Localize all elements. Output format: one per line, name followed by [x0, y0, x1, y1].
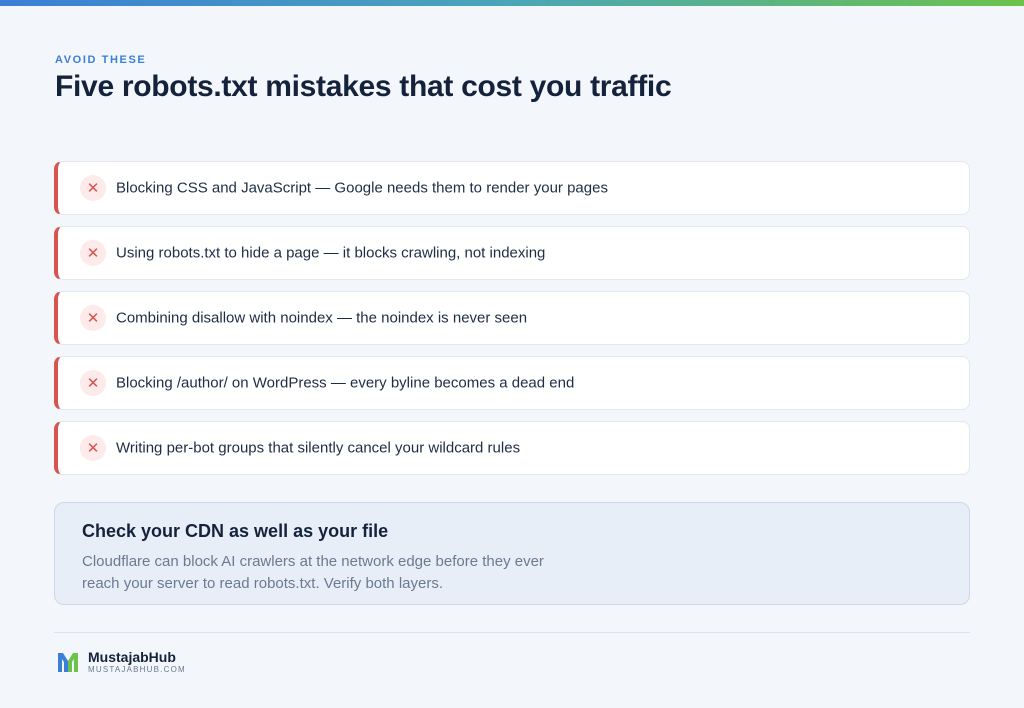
mistake-text: Blocking /author/ on WordPress — every b… — [116, 374, 575, 392]
x-icon: ✕ — [80, 240, 106, 266]
brand-url: MUSTAJABHUB.COM — [88, 665, 186, 674]
mistake-item-2: ✕ Using robots.txt to hide a page — it b… — [54, 226, 970, 280]
mistake-text: Combining disallow with noindex — the no… — [116, 309, 528, 327]
page-title: Five robots.txt mistakes that cost you t… — [55, 70, 672, 103]
top-gradient-bar — [0, 0, 1024, 6]
eyebrow-label: AVOID THESE — [55, 54, 147, 66]
mistakes-list: ✕ Blocking CSS and JavaScript — Google n… — [54, 161, 970, 486]
brand-logo-icon — [58, 653, 78, 672]
mistake-item-5: ✕ Writing per-bot groups that silently c… — [54, 421, 970, 475]
brand: MustajabHub MUSTAJABHUB.COM — [56, 650, 186, 674]
callout-body: Cloudflare can block AI crawlers at the … — [82, 551, 602, 595]
cdn-callout: Check your CDN as well as your file Clou… — [54, 502, 970, 605]
mistake-text: Blocking CSS and JavaScript — Google nee… — [116, 179, 608, 197]
mistake-item-1: ✕ Blocking CSS and JavaScript — Google n… — [54, 161, 970, 215]
footer-divider — [54, 632, 970, 633]
callout-body-line: reach your server to read robots.txt. Ve… — [82, 575, 443, 592]
x-icon: ✕ — [80, 370, 106, 396]
x-icon: ✕ — [80, 435, 106, 461]
mistake-item-4: ✕ Blocking /author/ on WordPress — every… — [54, 356, 970, 410]
callout-body-line: Cloudflare can block AI crawlers at the … — [82, 553, 544, 570]
x-icon: ✕ — [80, 175, 106, 201]
callout-title: Check your CDN as well as your file — [82, 521, 389, 541]
mistake-item-3: ✕ Combining disallow with noindex — the … — [54, 291, 970, 345]
x-icon: ✕ — [80, 305, 106, 331]
brand-name: MustajabHub — [88, 649, 176, 665]
mistake-text: Writing per-bot groups that silently can… — [116, 439, 521, 457]
mistake-text: Using robots.txt to hide a page — it blo… — [116, 244, 546, 262]
